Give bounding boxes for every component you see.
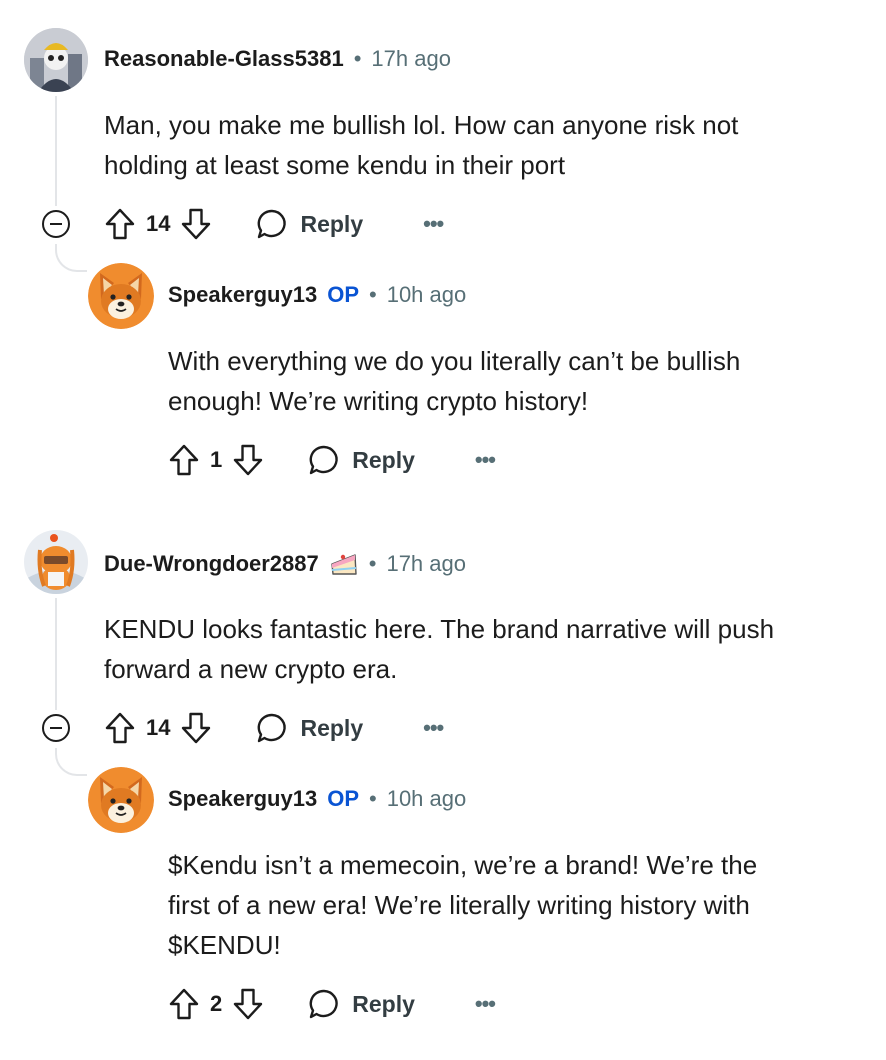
vote-count: 14 (146, 715, 171, 740)
comment-line: first of a new era! We’re literally writ… (168, 890, 750, 920)
separator-dot: • (368, 551, 377, 576)
comment-meta: Speakerguy13 OP • 10h ago (168, 282, 466, 308)
avatar[interactable] (24, 530, 88, 594)
vote-count: 2 (210, 991, 223, 1016)
comment-body: $Kendu isn’t a memecoin, we’re a brand! … (168, 845, 757, 965)
thread-line (55, 96, 57, 206)
timestamp[interactable]: 10h ago (387, 786, 467, 812)
comment-bubble-icon (309, 989, 338, 1019)
upvote-icon[interactable] (104, 207, 136, 241)
separator-dot: • (353, 46, 362, 71)
reply-button[interactable]: Reply (308, 988, 415, 1020)
author-name[interactable]: Speakerguy13 (168, 282, 317, 308)
more-options-button[interactable]: ••• (423, 211, 444, 237)
comment-meta: Reasonable-Glass5381 • 17h ago (104, 46, 451, 72)
downvote-icon[interactable] (180, 711, 212, 745)
op-badge: OP (327, 282, 359, 307)
more-options-button[interactable]: ••• (423, 715, 444, 741)
comment-body: Man, you make me bullish lol. How can an… (104, 105, 738, 185)
comment-bubble-icon (258, 713, 287, 743)
avatar[interactable] (88, 767, 154, 833)
reply-label: Reply (352, 990, 415, 1017)
more-options-button[interactable]: ••• (475, 447, 496, 473)
comment-actions: 14 Reply ••• (104, 708, 444, 748)
comment-body: KENDU looks fantastic here. The brand na… (104, 609, 774, 689)
comment-bubble-icon (258, 209, 287, 239)
comment-meta: Speakerguy13 OP • 10h ago (168, 786, 466, 812)
author-name[interactable]: Due-Wrongdoer2887 (104, 551, 319, 577)
reply-button[interactable]: Reply (308, 444, 415, 476)
thread-connector (55, 748, 87, 776)
comment-line: $KENDU! (168, 930, 281, 960)
comment-actions: 2 Reply ••• (168, 984, 496, 1024)
collapse-icon[interactable] (42, 210, 70, 238)
upvote-icon[interactable] (104, 711, 136, 745)
upvote-icon[interactable] (168, 987, 200, 1021)
comment-body: With everything we do you literally can’… (168, 341, 740, 421)
author-name[interactable]: Speakerguy13 (168, 786, 317, 812)
comment-actions: 14 Reply ••• (104, 204, 444, 244)
reply-label: Reply (352, 446, 415, 473)
reply-label: Reply (300, 210, 364, 237)
comment-meta: Due-Wrongdoer2887 • 17h ago (104, 550, 466, 578)
reply-button[interactable]: Reply (256, 712, 363, 744)
vote-count: 1 (210, 447, 223, 472)
thread-line (55, 598, 57, 710)
comment-line: Man, you make me bullish lol. How can an… (104, 110, 739, 140)
more-options-button[interactable]: ••• (475, 991, 496, 1017)
reply-button[interactable]: Reply (256, 208, 363, 240)
timestamp[interactable]: 17h ago (386, 551, 466, 577)
comment-actions: 1 Reply ••• (168, 440, 496, 480)
avatar[interactable] (88, 263, 154, 329)
avatar[interactable] (24, 28, 88, 92)
downvote-icon[interactable] (180, 207, 212, 241)
downvote-icon[interactable] (232, 443, 264, 477)
separator-dot: • (369, 282, 377, 307)
comment-line: forward a new crypto era. (104, 654, 398, 684)
collapse-icon[interactable] (42, 714, 70, 742)
cake-icon (331, 554, 357, 575)
thread-connector (55, 244, 87, 272)
comment-bubble-icon (309, 445, 338, 475)
author-name[interactable]: Reasonable-Glass5381 (104, 46, 344, 72)
comment-line: KENDU looks fantastic here. The brand na… (104, 614, 775, 644)
comment-line: holding at least some kendu in their por… (104, 150, 566, 180)
vote-count: 14 (146, 211, 171, 236)
comment-line: enough! We’re writing crypto history! (168, 386, 589, 416)
upvote-icon[interactable] (168, 443, 200, 477)
comment-line: $Kendu isn’t a memecoin, we’re a brand! … (168, 850, 758, 880)
op-badge: OP (327, 786, 359, 811)
separator-dot: • (369, 786, 377, 811)
timestamp[interactable]: 10h ago (387, 282, 467, 308)
reply-label: Reply (300, 714, 364, 741)
comment-line: With everything we do you literally can’… (168, 346, 741, 376)
downvote-icon[interactable] (232, 987, 264, 1021)
timestamp[interactable]: 17h ago (371, 46, 451, 72)
